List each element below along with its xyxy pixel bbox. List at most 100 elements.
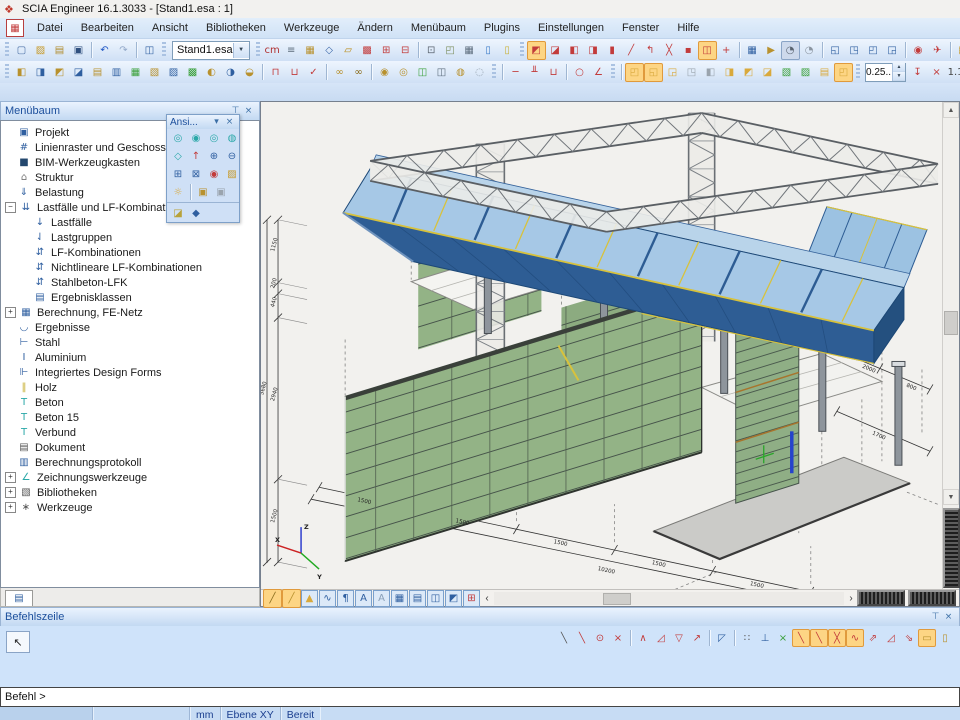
window-cascade-icon[interactable]: ◰ (864, 41, 883, 60)
snap-direction-up-icon[interactable]: ⇗ (864, 629, 882, 647)
wireframe-mode-icon[interactable]: ╱ (263, 589, 282, 608)
tree-item[interactable]: ▤Ergebnisklassen (1, 290, 259, 305)
grid-settings-icon[interactable]: ⊞ (463, 590, 480, 607)
load-panel-icon[interactable]: ⊔ (544, 63, 563, 82)
menu-ändern[interactable]: Ändern (348, 20, 401, 36)
light-icon[interactable]: ☼ (169, 183, 187, 201)
units-icon[interactable]: cm (263, 41, 282, 60)
chevron-down-icon[interactable]: ▾ (210, 116, 223, 129)
tree-item[interactable]: ⇵Nichtlineare LF-Kombinationen (1, 260, 259, 275)
scroll-down-icon[interactable]: ▼ (943, 489, 959, 505)
replace-icon[interactable]: ◎ (394, 63, 413, 82)
scroll-up-icon[interactable]: ▲ (943, 102, 959, 118)
angle-icon[interactable]: ∠ (589, 63, 608, 82)
view-palette-header[interactable]: Ansi... ▾ × (167, 115, 239, 129)
command-panel-header[interactable]: Befehlszeile ⊤ × (0, 607, 960, 626)
view-top-icon[interactable]: ◎ (169, 129, 187, 147)
snap-direction-down-icon[interactable]: ⇘ (900, 629, 918, 647)
tree-expander-icon[interactable]: + (5, 487, 16, 498)
view-front-icon[interactable]: ◉ (187, 129, 205, 147)
snap-endpoint-icon[interactable]: ╲ (555, 629, 573, 647)
calculator-icon[interactable]: ▦ (460, 41, 479, 60)
project-browser-icon[interactable]: ◫ (140, 41, 159, 60)
scale-ratio-icon[interactable]: 1.1 (946, 63, 960, 82)
tree-item[interactable]: ⊢Stahl (1, 335, 259, 350)
paste-attributes-icon[interactable]: ◳ (845, 41, 864, 60)
export-folder-icon[interactable]: ▨ (954, 41, 960, 60)
vertical-scroll-track[interactable] (943, 118, 959, 489)
snap-ucs-icon[interactable]: ⊥ (756, 629, 774, 647)
show-node-labels-icon[interactable]: ◧ (12, 63, 31, 82)
menu-ansicht[interactable]: Ansicht (143, 20, 197, 36)
cursor-snap-settings-icon[interactable]: ◸ (713, 629, 731, 647)
tree-item[interactable]: ⇃Lastgruppen (1, 230, 259, 245)
rotation-scroll-bar[interactable] (857, 590, 905, 606)
visibility-filter-off-icon[interactable]: ◔ (800, 41, 819, 60)
snap-line-icon[interactable]: ╲ (792, 629, 810, 647)
show-loads-icon[interactable]: ∿ (319, 590, 336, 607)
view-axonometric-icon[interactable]: ◍ (223, 129, 241, 147)
render-settings-icon[interactable]: ◪ (169, 204, 187, 222)
redo-icon[interactable]: ↷ (114, 41, 133, 60)
select-window-icon[interactable]: ◧ (565, 41, 584, 60)
perspective-icon[interactable]: ◇ (169, 147, 187, 165)
mesh-setup-icon[interactable]: ▩ (358, 41, 377, 60)
print-icon[interactable]: ⊡ (422, 41, 441, 60)
menu-bibliotheken[interactable]: Bibliotheken (197, 20, 275, 36)
save-icon[interactable]: ▣ (69, 41, 88, 60)
clipboard-picture-icon[interactable]: ◩ (445, 590, 462, 607)
tree-item[interactable]: ‖Holz (1, 380, 259, 395)
walk-mode-icon[interactable]: ↑ (187, 147, 205, 165)
shrink-members-icon[interactable]: ◐ (202, 63, 221, 82)
paste-properties-icon[interactable]: ▱ (339, 41, 358, 60)
render-toggle-icon[interactable]: ◑ (221, 63, 240, 82)
copy-add-icon[interactable]: ◫ (413, 63, 432, 82)
table-input-icon[interactable]: ⊞ (377, 41, 396, 60)
tree-item[interactable]: ⊩Integriertes Design Forms (1, 365, 259, 380)
snap-curve-icon[interactable]: ∿ (846, 629, 864, 647)
show-rendering-icon[interactable]: ▦ (391, 590, 408, 607)
snap-cross-icon[interactable]: ╳ (828, 629, 846, 647)
show-local-axes-icon[interactable]: ▧ (145, 63, 164, 82)
search-icon[interactable]: ◉ (375, 63, 394, 82)
menu-plugins[interactable]: Plugins (475, 20, 529, 36)
close-icon[interactable]: × (223, 116, 236, 129)
chevron-down-icon[interactable]: ▼ (233, 43, 249, 58)
status-units[interactable]: mm (190, 707, 221, 720)
visibility-filter-on-icon[interactable]: ◔ (781, 41, 800, 60)
support-line-icon[interactable]: ─ (506, 63, 525, 82)
view-3d-icon[interactable]: ◆ (187, 204, 205, 222)
dock-view-1-icon[interactable]: ◰ (625, 63, 644, 82)
layout-tab-icon[interactable]: ▤ (10, 589, 29, 608)
dock-view-5-icon[interactable]: ◧ (701, 63, 720, 82)
status-plane[interactable]: Ebene XY (221, 707, 281, 720)
toolbar-grip[interactable] (856, 64, 860, 80)
vertical-scroll-thumb[interactable] (944, 311, 958, 335)
command-input[interactable]: Befehl > (0, 687, 960, 707)
scroll-left-icon[interactable]: ‹ (481, 593, 493, 604)
tree-item[interactable]: +▧Bibliotheken (1, 485, 259, 500)
snap-edge-icon[interactable]: ╲ (810, 629, 828, 647)
render-mode-icon[interactable]: ╱ (282, 589, 301, 608)
tree-item[interactable]: ◡Ergebnisse (1, 320, 259, 335)
cursor-mode-button[interactable]: ↖ (6, 631, 30, 653)
menu-werkzeuge[interactable]: Werkzeuge (275, 20, 348, 36)
select-invert-icon[interactable]: ▪ (679, 41, 698, 60)
tree-expander-icon[interactable]: + (5, 472, 16, 483)
menu-hilfe[interactable]: Hilfe (668, 20, 708, 36)
show-supports-icon[interactable]: ◪ (69, 63, 88, 82)
dock-view-4-icon[interactable]: ◳ (682, 63, 701, 82)
column-display-icon[interactable]: ▯ (936, 629, 954, 647)
dock-view-10-icon[interactable]: ▨ (796, 63, 815, 82)
tree-item[interactable]: ▤Dokument (1, 440, 259, 455)
toolbar-grip[interactable] (162, 42, 166, 58)
transparency-icon[interactable]: ◒ (240, 63, 259, 82)
document-icon[interactable]: ▦ (6, 19, 24, 37)
hinge-icon[interactable]: ╨ (525, 63, 544, 82)
transform-icon[interactable]: ◇ (320, 41, 339, 60)
open-project-icon[interactable]: ▨ (31, 41, 50, 60)
model-canvas[interactable]: X Y Z 1150 200 440 2940 1500 5680 1500 1… (261, 102, 942, 589)
undo-icon[interactable]: ↶ (95, 41, 114, 60)
menu-datei[interactable]: Datei (28, 20, 72, 36)
show-supports-icon[interactable]: ▲ (301, 590, 318, 607)
